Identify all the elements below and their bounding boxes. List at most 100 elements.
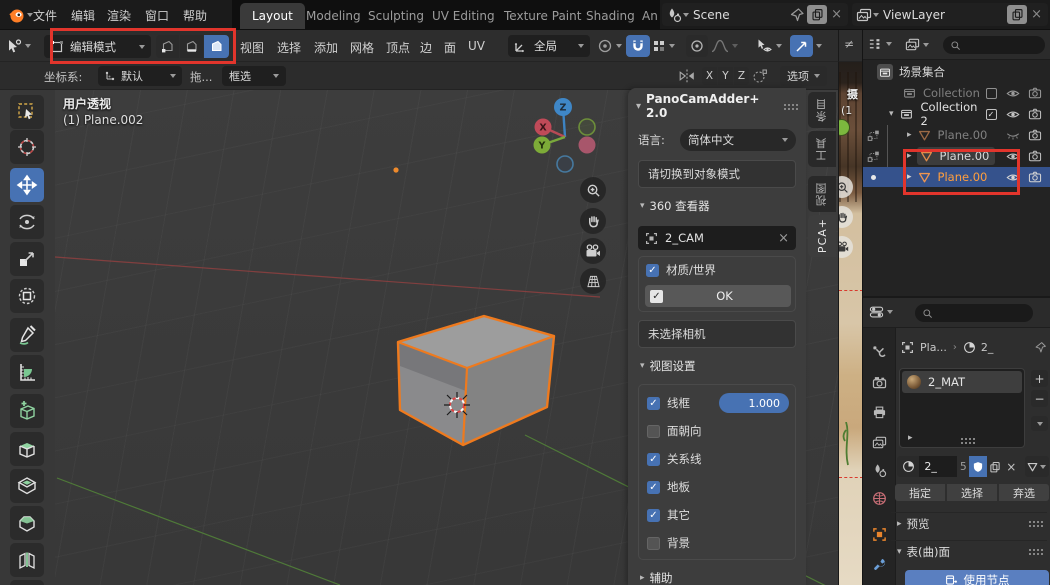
- snap-base-icon[interactable]: [752, 68, 768, 84]
- active-tool-button[interactable]: [5, 35, 31, 57]
- menu-file[interactable]: 文件: [33, 7, 57, 24]
- camera-visibility-icon[interactable]: [1027, 169, 1043, 185]
- show-gizmo-dropdown[interactable]: [756, 35, 782, 57]
- preview-panel-header[interactable]: ▸ 预览: [891, 512, 1047, 534]
- eye-icon[interactable]: [1005, 148, 1021, 164]
- disclosure-open-icon[interactable]: ▾: [889, 109, 894, 119]
- properties-search-input[interactable]: [915, 304, 1033, 322]
- unlink-button[interactable]: ×: [1004, 456, 1019, 477]
- select-mode-vertex-button[interactable]: [156, 35, 179, 58]
- list-expand-icon[interactable]: ▸: [908, 433, 913, 443]
- tab-world-properties[interactable]: [871, 490, 887, 506]
- clear-icon[interactable]: ×: [778, 231, 789, 246]
- menu-edit[interactable]: 编辑: [71, 7, 95, 24]
- proportional-falloff-dropdown[interactable]: [711, 35, 738, 57]
- tab-view[interactable]: 视图: [808, 176, 836, 212]
- tool-inset[interactable]: [10, 469, 44, 503]
- camera-search-field[interactable]: 2_CAM ×: [638, 226, 796, 250]
- add-slot-button[interactable]: +: [1031, 370, 1048, 387]
- eye-icon[interactable]: [1005, 169, 1021, 185]
- menu-view[interactable]: 视图: [240, 39, 264, 56]
- language-dropdown[interactable]: 简体中文: [680, 129, 796, 151]
- slot-specials-button[interactable]: [1031, 416, 1048, 431]
- options-dropdown[interactable]: 选项: [780, 66, 827, 86]
- disclosure-closed-icon[interactable]: ▸: [907, 172, 912, 182]
- menu-select[interactable]: 选择: [277, 39, 301, 56]
- camera-visibility-icon[interactable]: [1027, 148, 1043, 164]
- fake-user-toggle[interactable]: [969, 456, 987, 477]
- floor-checkbox[interactable]: ✓: [647, 481, 660, 494]
- mirror-z-button[interactable]: Z: [734, 67, 749, 85]
- relations-checkbox[interactable]: ✓: [647, 453, 660, 466]
- view-settings-header[interactable]: ▾ 视图设置: [640, 358, 696, 374]
- pan-hand-button[interactable]: [838, 206, 853, 228]
- disclosure-closed-icon[interactable]: ▸: [907, 130, 912, 140]
- tab-tool-properties[interactable]: [871, 344, 887, 360]
- tool-annotate[interactable]: [10, 318, 44, 352]
- mirror-y-button[interactable]: Y: [718, 67, 733, 85]
- camera-view-button[interactable]: [838, 236, 853, 258]
- select-tool-dropdown[interactable]: 框选: [222, 66, 286, 86]
- select-mode-edge-button[interactable]: [180, 35, 203, 58]
- breadcrumb-material-name[interactable]: 2_: [981, 341, 1034, 354]
- no-camera-button[interactable]: 未选择相机: [638, 320, 796, 348]
- tab-output-properties[interactable]: [871, 404, 887, 420]
- proportional-editing-button[interactable]: [686, 35, 708, 57]
- camera-visibility-icon[interactable]: [1027, 127, 1043, 143]
- pin-icon[interactable]: [789, 7, 805, 23]
- menu-face[interactable]: 面: [444, 39, 456, 56]
- tool-add-cube[interactable]: [10, 394, 44, 428]
- wireframe-checkbox[interactable]: ✓: [647, 397, 660, 410]
- disclosure-closed-icon[interactable]: ▸: [907, 151, 912, 161]
- tab-shading[interactable]: Shading: [576, 3, 645, 29]
- material-world-row[interactable]: ✓ 材质/世界: [646, 262, 716, 278]
- row-plane-2[interactable]: ▸ Plane.00: [863, 146, 1050, 166]
- use-nodes-button[interactable]: 使用节点: [905, 570, 1049, 585]
- material-name-field[interactable]: 2_: [919, 456, 957, 477]
- row-collection-2[interactable]: ▾ Collection 2 ✓: [863, 104, 1050, 124]
- menu-vertex[interactable]: 顶点: [386, 39, 410, 56]
- background-row[interactable]: 背景: [647, 535, 690, 551]
- blender-menu-button[interactable]: [5, 4, 36, 26]
- surface-panel-header[interactable]: ▾ 表(曲)面: [891, 540, 1047, 562]
- face-orientation-row[interactable]: 面朝向: [647, 423, 702, 439]
- show-overlays-dropdown[interactable]: [790, 35, 822, 57]
- tab-viewlayer-properties[interactable]: [871, 434, 887, 450]
- viewlayer-icon[interactable]: [856, 7, 872, 23]
- tool-select-box[interactable]: [10, 95, 44, 129]
- link-target-dropdown[interactable]: [1025, 456, 1049, 477]
- pin-icon[interactable]: [1034, 341, 1047, 354]
- copy-datablock-button[interactable]: [987, 456, 1004, 477]
- outliner-search-input[interactable]: [943, 36, 1045, 54]
- tab-object-properties[interactable]: [871, 526, 887, 542]
- transform-orientation-dropdown[interactable]: 全局: [508, 35, 590, 57]
- pan-hand-button[interactable]: [580, 208, 606, 234]
- new-viewlayer-button[interactable]: [1007, 5, 1027, 24]
- snap-toggle-button[interactable]: [626, 35, 650, 57]
- tool-measure[interactable]: [10, 355, 44, 389]
- helper-section-header[interactable]: ▸ 辅助: [640, 570, 673, 585]
- floor-row[interactable]: ✓ 地板: [647, 479, 690, 495]
- select-mode-face-button[interactable]: [204, 35, 229, 58]
- tool-move[interactable]: [10, 168, 44, 202]
- mesh-select-icon[interactable]: [865, 127, 881, 143]
- tool-extrude[interactable]: [10, 432, 44, 466]
- relations-row[interactable]: ✓ 关系线: [647, 451, 702, 467]
- tab-uv-editing[interactable]: UV Editing: [422, 3, 505, 29]
- drag-handle-icon[interactable]: [1028, 520, 1043, 527]
- camera-view-button[interactable]: [580, 238, 606, 264]
- viewer-section-header[interactable]: ▾ 360 查看器: [640, 198, 710, 214]
- row-scene-collection[interactable]: 场景集合: [863, 62, 1050, 82]
- tool-rotate[interactable]: [10, 205, 44, 239]
- scene-name[interactable]: Scene: [693, 8, 789, 22]
- remove-slot-button[interactable]: −: [1031, 390, 1048, 407]
- pivot-point-dropdown[interactable]: [597, 35, 622, 57]
- menu-mesh[interactable]: 网格: [350, 39, 374, 56]
- tab-pca[interactable]: PCA+: [808, 215, 836, 257]
- face-orientation-checkbox[interactable]: [647, 425, 660, 438]
- eye-closed-icon[interactable]: [1005, 127, 1021, 143]
- menu-help[interactable]: 帮助: [183, 7, 207, 24]
- material-browse-button[interactable]: [897, 456, 919, 477]
- breadcrumb-object-name[interactable]: Pla...: [920, 341, 947, 354]
- row-plane-1[interactable]: ▸ Plane.00: [863, 125, 1050, 145]
